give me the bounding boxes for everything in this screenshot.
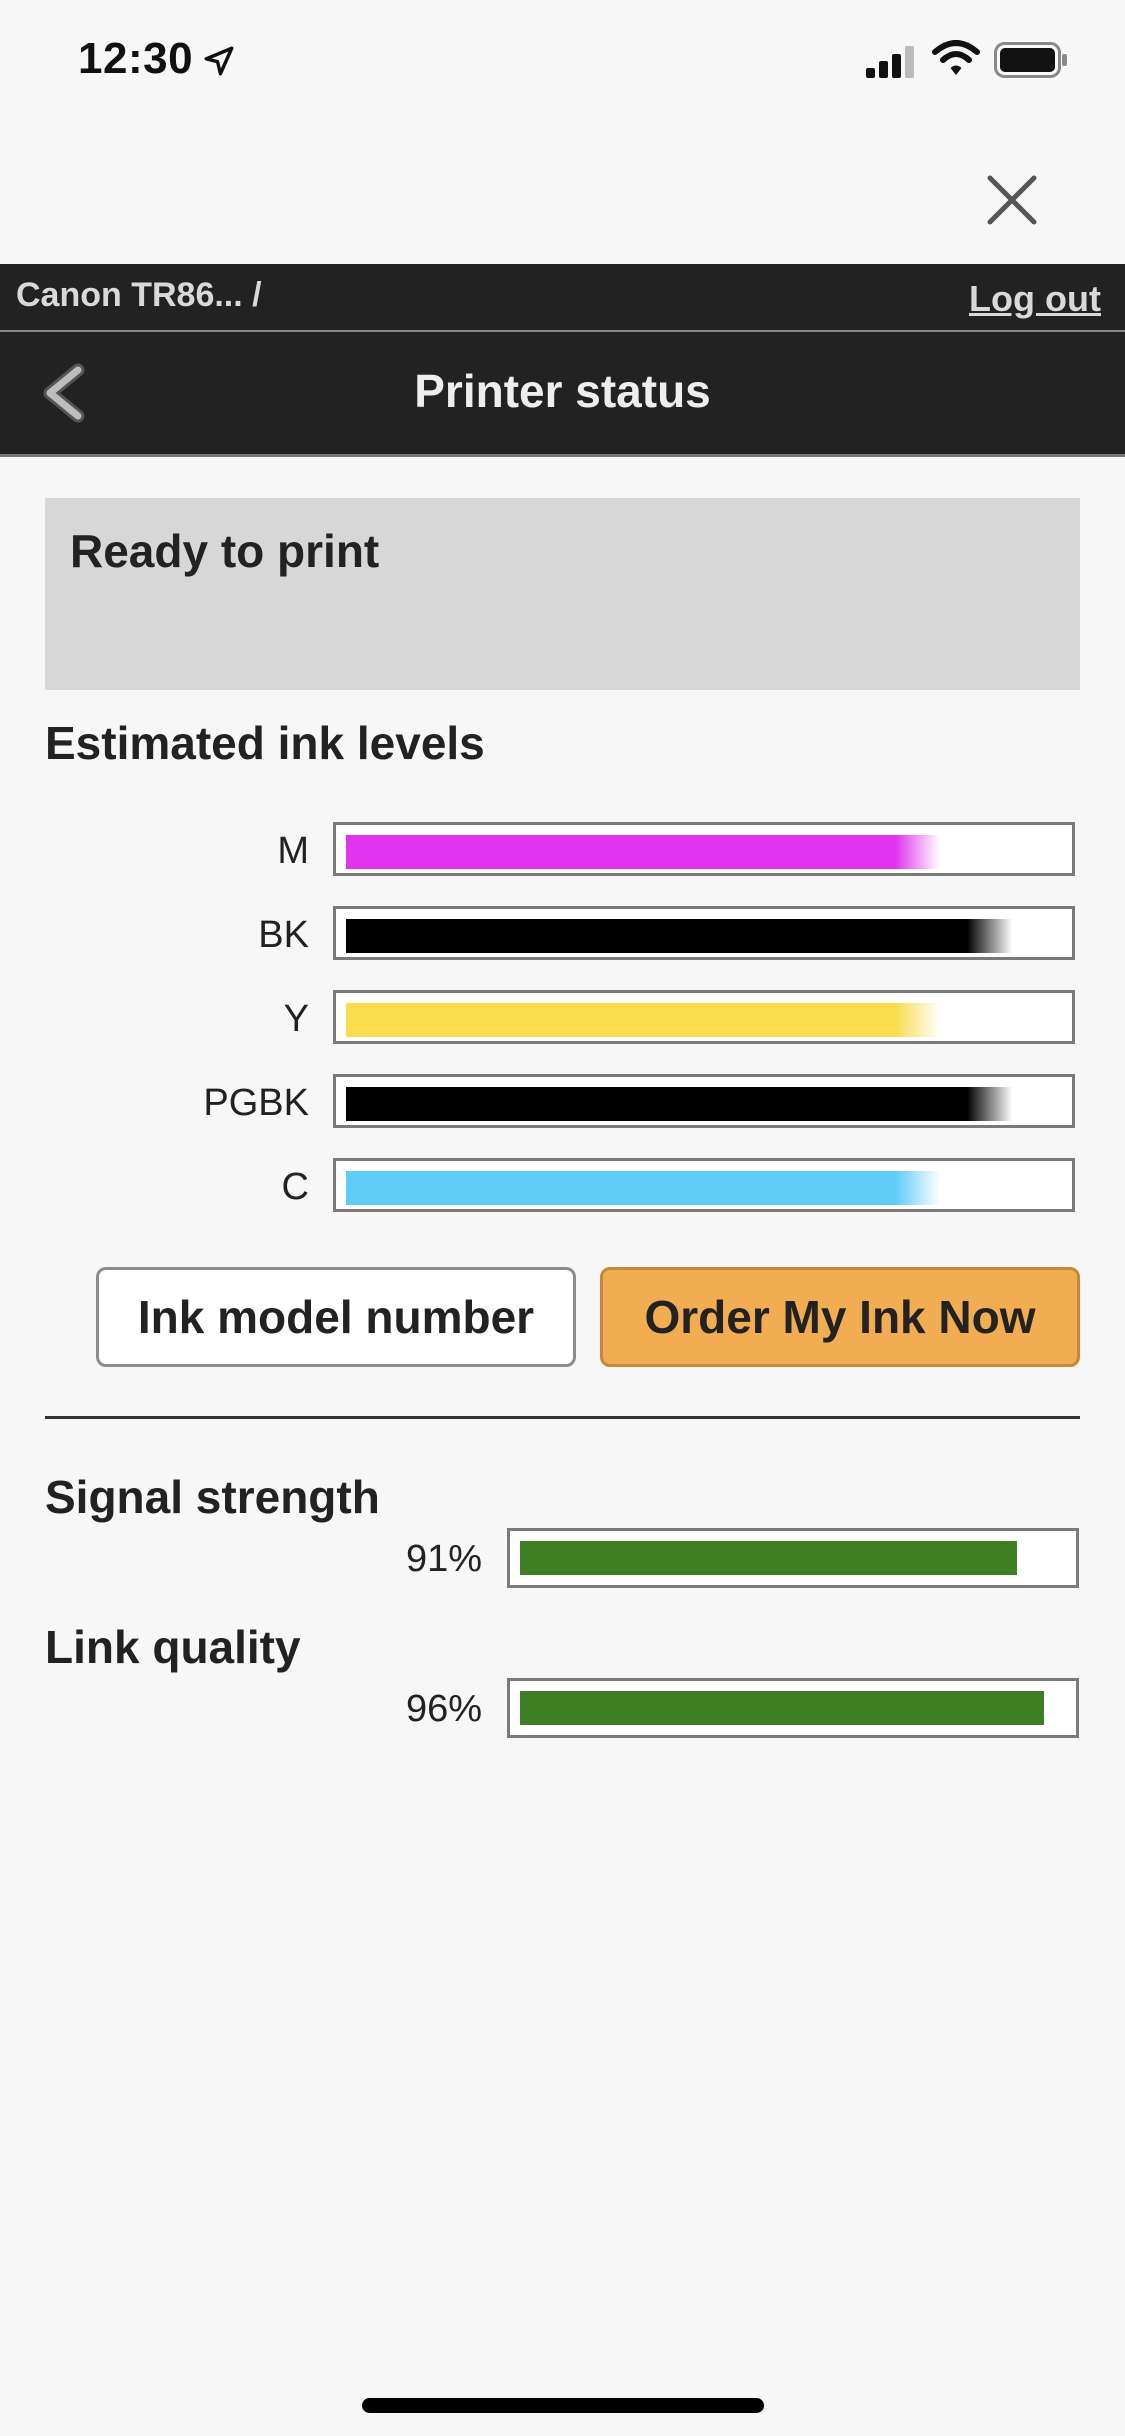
ink-levels-heading: Estimated ink levels xyxy=(45,717,485,769)
ink-label: M xyxy=(277,830,309,872)
status-message: Ready to print xyxy=(70,525,380,577)
page-title: Printer status xyxy=(414,365,711,417)
status-panel: Ready to print xyxy=(45,498,1080,690)
order-ink-button[interactable]: Order My Ink Now xyxy=(600,1267,1080,1367)
ink-level-fill xyxy=(346,919,1012,953)
link-quality-fill xyxy=(520,1691,1044,1725)
link-quality-heading: Link quality xyxy=(45,1621,301,1673)
ink-label: C xyxy=(281,1166,309,1208)
ink-label: Y xyxy=(283,998,309,1040)
breadcrumb: Canon TR86... / Log out xyxy=(0,264,1125,332)
signal-strength-fill xyxy=(520,1541,1017,1575)
ink-model-number-button[interactable]: Ink model number xyxy=(96,1267,576,1367)
ink-level-bar xyxy=(333,990,1075,1044)
ink-level-bar xyxy=(333,822,1075,876)
header: Printer status xyxy=(0,332,1125,457)
link-quality-bar xyxy=(507,1678,1079,1738)
ink-row-bk: BK xyxy=(0,906,1125,966)
ink-row-c: C xyxy=(0,1158,1125,1218)
ink-level-fill xyxy=(346,1003,940,1037)
close-icon[interactable] xyxy=(980,168,1044,232)
ink-row-y: Y xyxy=(0,990,1125,1050)
signal-strength-bar xyxy=(507,1528,1079,1588)
home-indicator xyxy=(362,2398,764,2413)
ink-label: BK xyxy=(258,914,309,956)
ink-level-bar xyxy=(333,906,1075,960)
ink-row-m: M xyxy=(0,822,1125,882)
wifi-icon xyxy=(932,40,980,75)
status-time: 12:30 xyxy=(78,34,194,83)
ink-level-fill xyxy=(346,1171,940,1205)
ink-level-fill xyxy=(346,1087,1012,1121)
location-arrow-icon xyxy=(204,46,234,76)
signal-strength-value: 91% xyxy=(405,1538,482,1580)
signal-strength-heading: Signal strength xyxy=(45,1471,380,1523)
ink-level-fill xyxy=(346,835,940,869)
battery-icon xyxy=(994,42,1067,78)
cellular-signal-icon xyxy=(866,46,914,78)
link-quality-row: 96% xyxy=(0,1678,1125,1738)
link-quality-value: 96% xyxy=(405,1688,482,1730)
ink-level-bar xyxy=(333,1158,1075,1212)
ink-row-pgbk: PGBK xyxy=(0,1074,1125,1134)
status-bar: 12:30 xyxy=(0,0,1125,130)
breadcrumb-printer[interactable]: Canon TR86... / xyxy=(16,276,262,315)
ink-level-bar xyxy=(333,1074,1075,1128)
ink-label: PGBK xyxy=(203,1082,309,1124)
signal-strength-row: 91% xyxy=(0,1528,1125,1588)
divider xyxy=(45,1416,1080,1419)
logout-link[interactable]: Log out xyxy=(969,278,1101,320)
